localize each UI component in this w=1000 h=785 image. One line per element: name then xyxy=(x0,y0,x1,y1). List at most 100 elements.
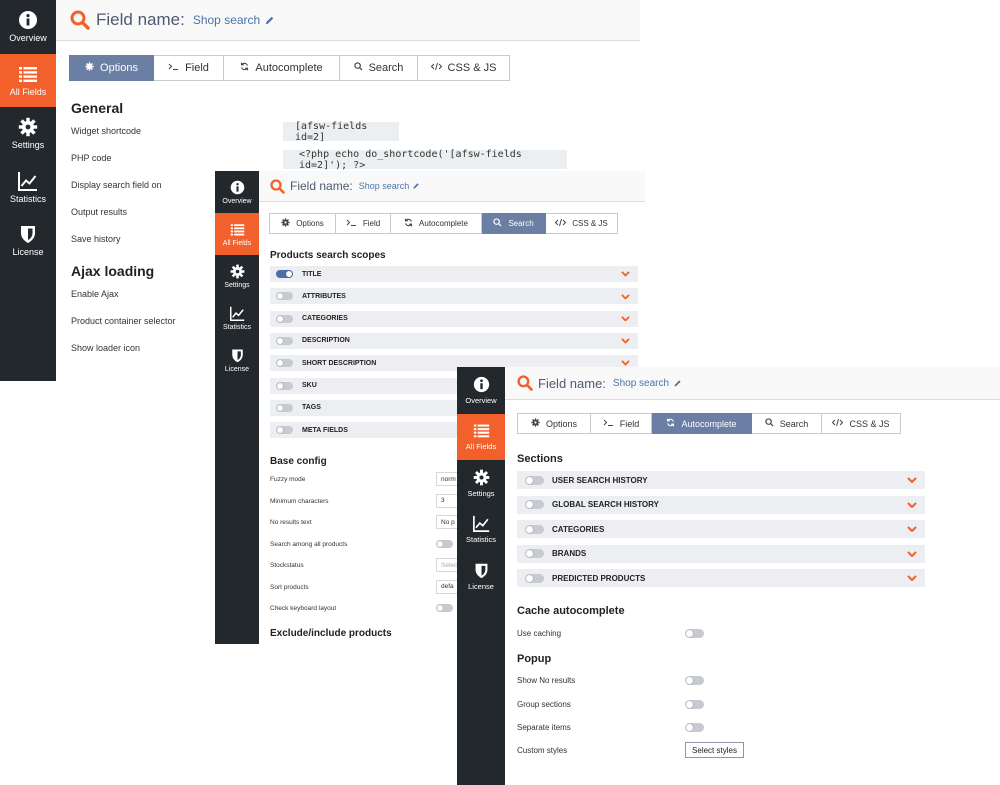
toggle-switch[interactable] xyxy=(685,723,704,732)
scope-row-description[interactable]: DESCRIPTION xyxy=(270,332,638,349)
sidebar-item-statistics[interactable]: Statistics xyxy=(0,161,56,215)
tab-search[interactable]: Search xyxy=(752,413,822,434)
field-name-value[interactable]: Shop search xyxy=(613,378,669,389)
sidebar-item-overview[interactable]: Overview xyxy=(457,367,505,414)
toggle-switch[interactable] xyxy=(525,475,544,485)
php-code-value[interactable]: <?php echo do_shortcode('[afsw-fields id… xyxy=(283,149,567,171)
toggle-switch[interactable] xyxy=(276,381,293,390)
section-row-categories[interactable]: CATEGORIES xyxy=(517,520,925,538)
chevron-down-icon[interactable] xyxy=(621,338,630,344)
tab-search[interactable]: Search xyxy=(340,55,418,81)
toggle-switch[interactable] xyxy=(436,539,453,548)
sidebar-item-settings[interactable]: Settings xyxy=(457,460,505,507)
info-icon xyxy=(473,376,490,393)
sidebar-item-statistics[interactable]: Statistics xyxy=(215,297,259,339)
sidebar-item-label: Statistics xyxy=(222,323,251,331)
toggle-knob xyxy=(277,360,283,367)
toggle-switch[interactable] xyxy=(525,500,544,509)
toggle-switch[interactable] xyxy=(436,604,453,612)
field-name-value[interactable]: Shop search xyxy=(359,181,410,191)
tab-options[interactable]: Options xyxy=(269,213,336,234)
section-row-global-search-history[interactable]: GLOBAL SEARCH HISTORY xyxy=(517,495,925,514)
list-icon xyxy=(473,422,490,439)
custom-styles-label: Custom styles xyxy=(517,746,568,755)
tab-css-and-js[interactable]: CSS & JS xyxy=(418,55,510,81)
sidebar-item-label: Overview xyxy=(9,33,47,44)
field-name-label: Field name: xyxy=(290,179,353,193)
tab-label: Options xyxy=(296,219,324,228)
section-title-cache: Cache autocomplete xyxy=(517,605,625,617)
chevron-down-icon[interactable] xyxy=(621,316,630,322)
sidebar-item-all-fields[interactable]: All Fields xyxy=(0,53,56,107)
toggle-switch[interactable] xyxy=(525,524,544,534)
field-name-value[interactable]: Shop search xyxy=(193,13,260,27)
sidebar-item-settings[interactable]: Settings xyxy=(0,107,56,161)
sidebar-item-license[interactable]: License xyxy=(215,339,259,381)
setting-label-widget-shortcode: Widget shortcode xyxy=(71,126,142,136)
toggle-knob xyxy=(686,724,693,731)
gear-icon xyxy=(473,469,490,486)
select-styles-button[interactable]: Select styles xyxy=(685,742,744,758)
scope-row-attributes[interactable]: ATTRIBUTES xyxy=(270,288,638,305)
toggle-switch[interactable] xyxy=(685,699,704,709)
tab-css-and-js[interactable]: CSS & JS xyxy=(546,213,618,234)
sidebar-item-all-fields[interactable]: All Fields xyxy=(457,413,505,460)
sidebar-item-license[interactable]: License xyxy=(457,553,505,600)
setting-label-enable-ajax: Enable Ajax xyxy=(71,289,119,299)
tab-options[interactable]: Options xyxy=(517,413,591,434)
tab-field[interactable]: Field xyxy=(154,55,224,81)
tab-autocomplete[interactable]: Autocomplete xyxy=(224,55,340,81)
toggle-switch[interactable] xyxy=(276,336,293,345)
sidebar-item-overview[interactable]: Overview xyxy=(215,171,259,213)
toggle-switch[interactable] xyxy=(276,270,293,278)
toggle-knob xyxy=(686,700,693,708)
chevron-down-icon[interactable] xyxy=(907,550,917,557)
sidebar-item-overview[interactable]: Overview xyxy=(0,0,56,54)
tab-field[interactable]: Field xyxy=(591,413,652,434)
sidebar-item-label: Settings xyxy=(467,488,495,498)
tab-css-and-js[interactable]: CSS & JS xyxy=(822,413,901,434)
sidebar-item-license[interactable]: License xyxy=(0,214,56,268)
sidebar-item-all-fields[interactable]: All Fields xyxy=(215,213,259,255)
tab-autocomplete[interactable]: Autocomplete xyxy=(391,213,482,234)
scope-row-categories[interactable]: CATEGORIES xyxy=(270,310,638,327)
chevron-down-icon[interactable] xyxy=(907,501,917,508)
widget-shortcode-value[interactable]: [afsw-fields id=2] xyxy=(283,121,399,143)
toggle-switch[interactable] xyxy=(525,573,544,583)
tab-options[interactable]: Options xyxy=(69,55,154,81)
chevron-down-icon[interactable] xyxy=(907,477,917,483)
toggle-knob xyxy=(277,404,283,411)
edit-icon[interactable] xyxy=(264,15,275,26)
toggle-switch[interactable] xyxy=(685,629,704,638)
section-row-user-search-history[interactable]: USER SEARCH HISTORY xyxy=(517,471,925,489)
code-icon xyxy=(430,62,442,74)
chevron-down-icon[interactable] xyxy=(907,575,917,581)
field-name-label: Field name: xyxy=(538,375,606,391)
chevron-down-icon[interactable] xyxy=(621,271,630,277)
toggle-switch[interactable] xyxy=(276,403,293,412)
tab-field[interactable]: Field xyxy=(336,213,391,234)
chevron-down-icon[interactable] xyxy=(621,293,630,299)
edit-icon[interactable] xyxy=(412,182,420,190)
tab-label: CSS & JS xyxy=(849,418,890,429)
edit-icon[interactable] xyxy=(673,379,682,388)
toggle-switch[interactable] xyxy=(276,314,293,323)
scope-row-title[interactable]: TITLE xyxy=(270,266,638,282)
sidebar-item-settings[interactable]: Settings xyxy=(215,255,259,297)
section-title-sections: Sections xyxy=(517,453,563,465)
tab-label: Search xyxy=(368,62,404,74)
toggle-switch[interactable] xyxy=(685,676,704,685)
section-row-brands[interactable]: BRANDS xyxy=(517,544,925,563)
sidebar-item-statistics[interactable]: Statistics xyxy=(457,507,505,554)
toggle-switch[interactable] xyxy=(276,426,293,435)
section-row-predicted-products[interactable]: PREDICTED PRODUCTS xyxy=(517,569,925,587)
tab-search[interactable]: Search xyxy=(482,213,546,234)
tab-autocomplete[interactable]: Autocomplete xyxy=(652,413,752,434)
toggle-switch[interactable] xyxy=(525,549,544,558)
scope-label: CATEGORIES xyxy=(302,315,348,323)
chevron-down-icon[interactable] xyxy=(621,360,630,366)
chevron-down-icon[interactable] xyxy=(907,526,917,532)
toggle-switch[interactable] xyxy=(276,292,293,301)
toggle-knob xyxy=(526,501,533,508)
toggle-switch[interactable] xyxy=(276,359,293,368)
